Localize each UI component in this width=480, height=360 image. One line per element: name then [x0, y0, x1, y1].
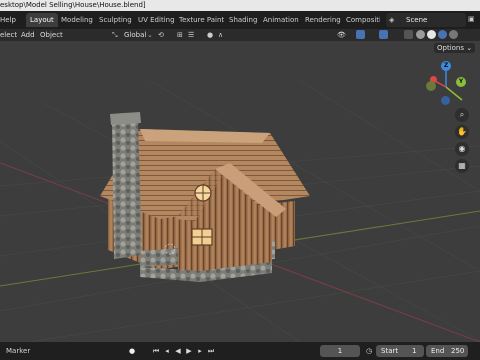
jump-start-icon[interactable]: ⏮ — [152, 346, 160, 356]
gizmo-toggle-icon[interactable] — [356, 30, 365, 39]
end-value: 250 — [451, 347, 465, 355]
end-frame-field[interactable]: End 250 — [426, 345, 468, 357]
play-reverse-icon[interactable]: ◀ — [174, 346, 182, 356]
tab-animation[interactable]: Animation — [263, 13, 299, 27]
solid-shading-icon[interactable] — [427, 30, 436, 39]
hand-icon[interactable]: ✋ — [455, 125, 469, 139]
tab-uv-editing[interactable]: UV Editing — [138, 13, 175, 27]
current-frame-field[interactable]: 1 — [320, 345, 360, 357]
rendered-shading-icon[interactable] — [449, 30, 458, 39]
snap-mode-icon[interactable]: ☰ — [188, 29, 194, 41]
house-model — [100, 112, 310, 282]
tab-texture-paint[interactable]: Texture Paint — [179, 13, 224, 27]
gizmo-neg-x-icon[interactable] — [426, 81, 436, 91]
chevron-down-icon: ⌄ — [147, 31, 153, 39]
tab-compositing[interactable]: Compositi — [346, 13, 380, 27]
start-label: Start — [381, 347, 399, 355]
start-value: 1 — [412, 347, 417, 355]
gizmo-neg-z-icon[interactable] — [441, 96, 450, 105]
end-label: End — [431, 347, 445, 355]
clock-icon: ◷ — [365, 347, 373, 355]
options-label: Options — [437, 44, 465, 52]
menu-help[interactable]: Help — [0, 11, 16, 29]
material-shading-icon[interactable] — [438, 30, 447, 39]
next-keyframe-icon[interactable]: ▸ — [196, 346, 204, 356]
scene-icon: ◈ — [389, 16, 395, 24]
menu-select[interactable]: elect — [0, 29, 17, 41]
options-dropdown[interactable]: Options ⌄ — [434, 43, 476, 53]
prev-keyframe-icon[interactable]: ◂ — [163, 346, 171, 356]
viewport-header: elect Add Object ⤡ Global ⌄ ⟲ ⊞ ☰ ● ∧ 👁 — [0, 29, 480, 41]
xray-icon[interactable] — [404, 30, 413, 39]
scene-selector[interactable]: ◈ Scene — [386, 13, 466, 27]
new-scene-icon[interactable]: ▣ — [468, 15, 478, 25]
viewport-scene — [0, 80, 480, 342]
marker-menu[interactable]: Marker — [6, 342, 30, 360]
window-titlebar: esktop\Model Selling\House\House.blend] — [0, 0, 480, 11]
record-icon[interactable]: ● — [128, 346, 136, 356]
navigation-gizmo[interactable]: Z Y X — [420, 59, 476, 115]
falloff-icon[interactable]: ∧ — [218, 29, 223, 41]
zoom-icon[interactable]: ⌕ — [455, 108, 469, 122]
gizmo-z-icon[interactable]: Z — [441, 61, 451, 71]
grid-icon[interactable]: ▦ — [455, 159, 469, 173]
scene-label: Scene — [406, 16, 428, 24]
menu-add[interactable]: Add — [21, 29, 35, 41]
wireframe-shading-icon[interactable] — [416, 30, 425, 39]
tab-layout[interactable]: Layout — [26, 13, 58, 27]
tab-sculpting[interactable]: Sculpting — [99, 13, 132, 27]
3d-viewport[interactable]: Options ⌄ Z Y X ⌕ ✋ ◉ ▦ — [0, 41, 480, 342]
transform-orientation-icon: ⤡ — [112, 31, 118, 39]
overlay-icon[interactable] — [379, 30, 388, 39]
visibility-icon[interactable]: 👁 — [337, 29, 346, 41]
proportional-icon[interactable]: ● — [207, 29, 213, 41]
gizmo-z-label: Z — [443, 62, 449, 69]
play-icon[interactable]: ▶ — [185, 346, 193, 356]
tab-rendering[interactable]: Rendering — [305, 13, 341, 27]
menu-object[interactable]: Object — [40, 29, 63, 41]
gizmo-y-icon[interactable]: Y — [456, 77, 466, 87]
camera-icon[interactable]: ◉ — [455, 142, 469, 156]
snap-icon[interactable]: ⊞ — [177, 29, 183, 41]
jump-end-icon[interactable]: ⏭ — [207, 346, 215, 356]
tab-modeling[interactable]: Modeling — [61, 13, 93, 27]
tab-shading[interactable]: Shading — [229, 13, 257, 27]
orientation-dropdown[interactable]: Global — [124, 29, 146, 41]
timeline-bar: Marker ● ⏮ ◂ ◀ ▶ ▸ ⏭ 1 ◷ Start 1 End 250 — [0, 342, 480, 360]
window-title: esktop\Model Selling\House\House.blend] — [0, 1, 146, 9]
transform-pivot-icon[interactable]: ⟲ — [158, 29, 164, 41]
gizmo-y-label: Y — [458, 78, 464, 85]
start-frame-field[interactable]: Start 1 — [376, 345, 424, 357]
top-menubar: Help Layout Modeling Sculpting UV Editin… — [0, 11, 480, 29]
